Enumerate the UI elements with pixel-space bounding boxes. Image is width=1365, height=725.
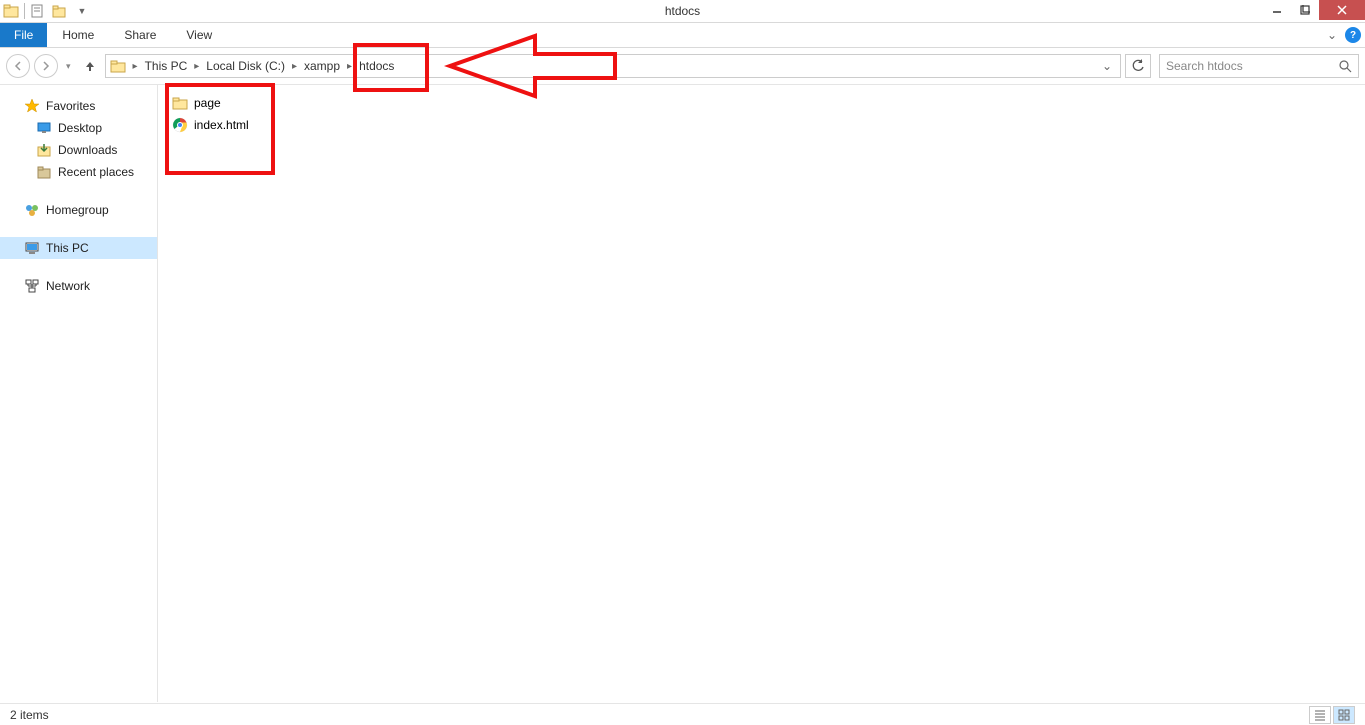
breadcrumb-item[interactable]: Local Disk (C:) — [202, 59, 289, 73]
tab-share[interactable]: Share — [109, 23, 171, 47]
window-controls — [1263, 0, 1365, 20]
sidebar-label: Downloads — [58, 143, 117, 157]
sidebar-group-network: Network — [0, 275, 157, 297]
sidebar-group-favorites: Favorites Desktop Downloads — [0, 95, 157, 183]
computer-icon — [24, 240, 40, 256]
ribbon-tabs: File Home Share View ⌄ ? — [0, 23, 1365, 48]
homegroup-icon — [24, 202, 40, 218]
new-folder-icon[interactable] — [49, 0, 71, 22]
forward-button[interactable] — [34, 54, 58, 78]
sidebar-group-homegroup: Homegroup — [0, 199, 157, 221]
status-bar: 2 items — [0, 703, 1365, 725]
close-button[interactable] — [1319, 0, 1365, 20]
file-item-folder[interactable]: page — [168, 93, 328, 113]
navigation-pane: Favorites Desktop Downloads — [0, 85, 158, 702]
breadcrumb-item[interactable]: htdocs — [355, 59, 398, 73]
tab-home[interactable]: Home — [47, 23, 109, 47]
help-icon[interactable]: ? — [1345, 27, 1361, 43]
chrome-icon — [172, 117, 188, 133]
recent-icon — [36, 164, 52, 180]
tab-view[interactable]: View — [171, 23, 227, 47]
folder-icon — [110, 58, 126, 74]
folder-icon — [172, 95, 188, 111]
details-view-button[interactable] — [1309, 706, 1331, 724]
back-button[interactable] — [6, 54, 30, 78]
sidebar-label: Homegroup — [46, 203, 109, 217]
sidebar-label: Network — [46, 279, 90, 293]
separator — [24, 3, 25, 19]
file-name: page — [194, 96, 221, 110]
sidebar-item-recent[interactable]: Recent places — [0, 161, 157, 183]
maximize-button[interactable] — [1291, 0, 1319, 20]
file-list[interactable]: page index.html — [158, 85, 1365, 702]
minimize-button[interactable] — [1263, 0, 1291, 20]
view-switcher — [1309, 706, 1355, 724]
address-dropdown-icon[interactable]: ⌄ — [1098, 59, 1116, 73]
expand-ribbon-icon[interactable]: ⌄ — [1327, 28, 1337, 42]
search-input[interactable] — [1166, 59, 1339, 73]
sidebar-item-homegroup[interactable]: Homegroup — [0, 199, 157, 221]
titlebar: ▼ htdocs — [0, 0, 1365, 23]
properties-icon[interactable] — [27, 0, 49, 22]
sidebar-label: Favorites — [46, 99, 95, 113]
chevron-right-icon[interactable]: ▸ — [344, 61, 355, 72]
refresh-button[interactable] — [1125, 54, 1151, 78]
sidebar-label: Recent places — [58, 165, 134, 179]
chevron-right-icon[interactable]: ▸ — [191, 61, 202, 72]
navigation-bar: ▾ ▸ This PC ▸ Local Disk (C:) ▸ xampp ▸ … — [0, 48, 1365, 85]
folder-icon — [0, 0, 22, 22]
breadcrumb-item[interactable]: xampp — [300, 59, 344, 73]
recent-locations-dropdown[interactable]: ▾ — [62, 61, 75, 72]
downloads-icon — [36, 142, 52, 158]
window-title: htdocs — [665, 4, 700, 18]
sidebar-item-downloads[interactable]: Downloads — [0, 139, 157, 161]
icons-view-button[interactable] — [1333, 706, 1355, 724]
sidebar-label: Desktop — [58, 121, 102, 135]
search-box[interactable] — [1159, 54, 1359, 78]
sidebar-item-network[interactable]: Network — [0, 275, 157, 297]
chevron-right-icon[interactable]: ▸ — [130, 61, 141, 72]
up-button[interactable] — [79, 55, 101, 77]
sidebar-item-desktop[interactable]: Desktop — [0, 117, 157, 139]
chevron-right-icon[interactable]: ▸ — [289, 61, 300, 72]
breadcrumb-item[interactable]: This PC — [141, 59, 192, 73]
file-item-html[interactable]: index.html — [168, 115, 328, 135]
network-icon — [24, 278, 40, 294]
sidebar-item-thispc[interactable]: This PC — [0, 237, 157, 259]
search-icon[interactable] — [1339, 60, 1352, 73]
status-text: 2 items — [10, 708, 49, 722]
address-bar[interactable]: ▸ This PC ▸ Local Disk (C:) ▸ xampp ▸ ht… — [105, 54, 1121, 78]
sidebar-group-thispc: This PC — [0, 237, 157, 259]
quick-access-toolbar: ▼ — [0, 0, 93, 22]
star-icon — [24, 98, 40, 114]
file-name: index.html — [194, 118, 249, 132]
main-content: Favorites Desktop Downloads — [0, 85, 1365, 702]
file-tab[interactable]: File — [0, 23, 47, 47]
sidebar-item-favorites[interactable]: Favorites — [0, 95, 157, 117]
desktop-icon — [36, 120, 52, 136]
sidebar-label: This PC — [46, 241, 89, 255]
ribbon-right: ⌄ ? — [1327, 23, 1361, 47]
qat-dropdown-icon[interactable]: ▼ — [71, 0, 93, 22]
